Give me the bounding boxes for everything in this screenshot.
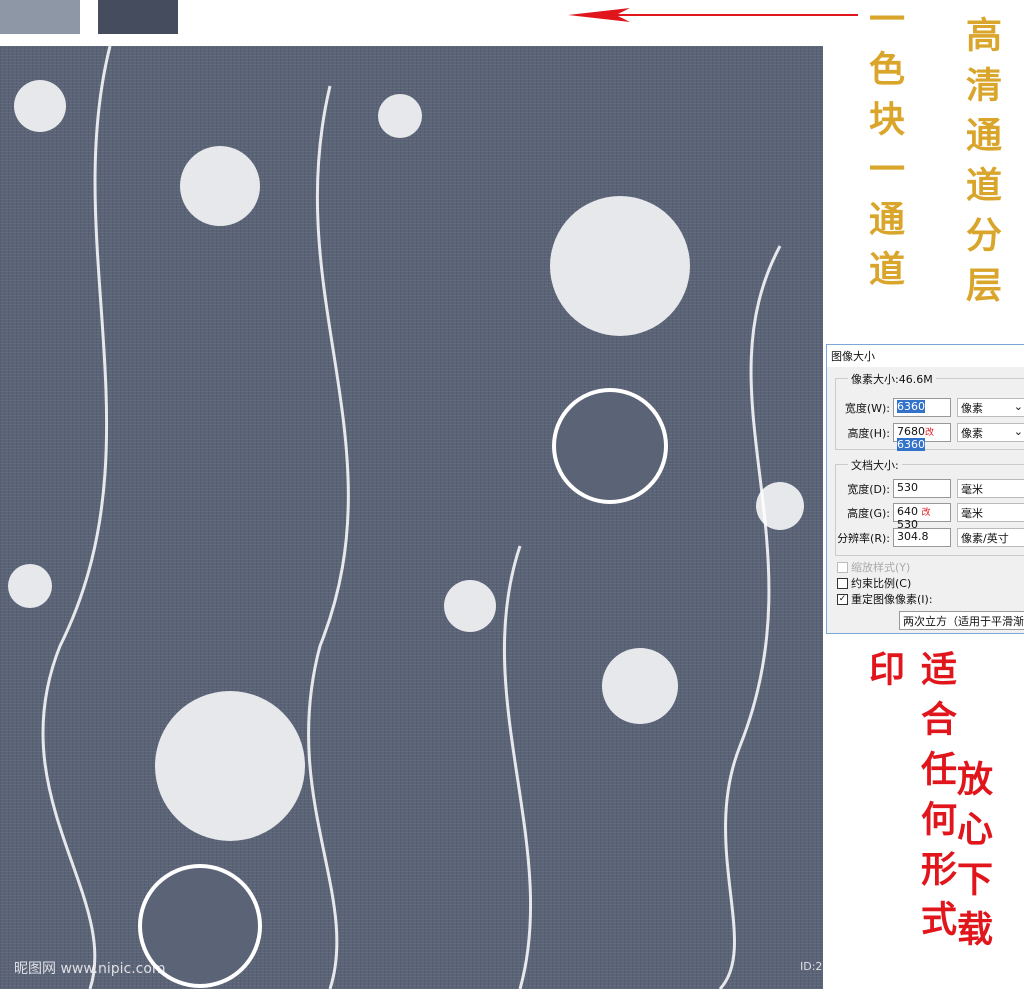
height-input[interactable]: 7680改6360	[893, 423, 951, 451]
width-unit-select[interactable]: 像素 ⌄	[957, 398, 1024, 417]
resolution-unit-select[interactable]: 像素/英寸	[957, 528, 1024, 547]
height-label: 高度(H):	[847, 426, 890, 440]
resample-method-select[interactable]: 两次立方（适用于平滑渐变	[899, 611, 1024, 630]
caption-download: 放心下载	[951, 760, 993, 960]
red-arrow-icon	[568, 8, 858, 22]
resolution-label: 分辨率(R):	[837, 531, 890, 545]
constrain-proportions-checkbox[interactable]: 约束比例(C)	[837, 575, 911, 591]
doc-height-label: 高度(G):	[847, 506, 890, 520]
caption-hd: 高清通道分层	[960, 16, 1002, 316]
doc-height-input[interactable]: 640 改 530	[893, 503, 951, 531]
toile-pattern: 昵图网 www.nipic.com ID:27813070 NO:2020112…	[0, 46, 823, 989]
doc-width-unit-select[interactable]: 毫米	[957, 479, 1024, 498]
group-label: 文档大小:	[848, 457, 902, 473]
floral-motif-icon	[8, 46, 804, 989]
width-label: 宽度(W):	[844, 401, 890, 415]
watermark-right: ID:27813070 NO:20201128150157571083	[800, 960, 823, 973]
dialog-title: 图像大小	[827, 345, 1024, 367]
height-unit-select[interactable]: 像素 ⌄	[957, 423, 1024, 442]
color-swatch-dark	[98, 0, 178, 34]
color-swatch-light	[0, 0, 80, 34]
resample-checkbox[interactable]: ✓ 重定图像像素(I):	[837, 591, 933, 607]
caption-channel: 一色块一通道	[863, 0, 905, 300]
resolution-input[interactable]: 304.8	[893, 528, 951, 547]
doc-width-label: 宽度(D):	[847, 482, 890, 496]
group-label: 像素大小:46.6M	[848, 371, 936, 387]
doc-height-unit-select[interactable]: 毫米	[957, 503, 1024, 522]
image-size-dialog: 图像大小 像素大小:46.6M 宽度(W): 6360 像素 ⌄ 高度(H): 7…	[826, 344, 1024, 634]
watermark-left: 昵图网 www.nipic.com	[14, 961, 166, 977]
scale-styles-checkbox[interactable]: 缩放样式(Y)	[837, 559, 910, 575]
doc-width-input[interactable]: 530	[893, 479, 951, 498]
width-input[interactable]: 6360	[893, 398, 951, 417]
